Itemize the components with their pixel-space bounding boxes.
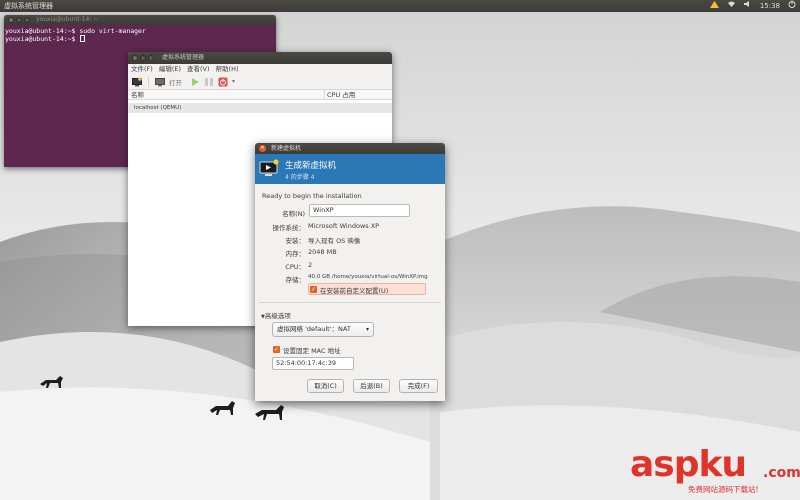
chevron-down-icon[interactable]: ▾ <box>232 77 242 87</box>
toolbar: 打开 ▾ <box>128 74 392 90</box>
fixed-mac-checkbox[interactable]: ✓ <box>273 345 280 353</box>
text-cursor <box>80 35 86 42</box>
virt-manager-title: 虚拟系统管理器 <box>162 54 205 61</box>
divider <box>259 302 441 303</box>
cancel-button[interactable]: 取消(C) <box>307 379 344 393</box>
cpu-value: 2 <box>308 261 313 269</box>
close-icon[interactable] <box>8 17 14 23</box>
storage-label: 存储： <box>285 276 306 284</box>
shutdown-icon[interactable] <box>218 77 228 87</box>
wifi-icon[interactable] <box>727 0 736 12</box>
new-vm-icon[interactable] <box>132 76 142 87</box>
customize-checkbox[interactable]: ✓ <box>310 285 317 293</box>
column-cpu-usage[interactable]: CPU 占用 <box>324 90 355 100</box>
toolbar-separator <box>148 76 149 87</box>
watermark-tld: .com <box>763 465 800 481</box>
header-title: 生成新虚拟机 <box>285 161 337 171</box>
dialog-titlebar[interactable]: ✕ 新建虚拟机 <box>255 143 445 154</box>
dropdown-arrow-icon: ▾ <box>365 326 369 333</box>
watermark-tagline: 免费网站源码下载站! <box>688 485 759 494</box>
customize-label[interactable]: 在安装前自定义配置(U) <box>320 285 388 295</box>
terminal-line: youxia@ubunt-14:~$ sudo virt-manager <box>5 27 146 35</box>
virt-manager-titlebar[interactable]: 虚拟系统管理器 <box>128 52 392 64</box>
clock[interactable]: 15:38 <box>760 0 780 12</box>
install-label: 安装： <box>285 237 306 245</box>
dialog-header: 生成新虚拟机 4 的步骤 4 <box>255 154 445 184</box>
new-vm-dialog[interactable]: ✕ 新建虚拟机 生成新虚拟机 4 的步骤 4 Ready to begin th… <box>255 143 445 401</box>
run-icon[interactable] <box>190 77 200 87</box>
name-field[interactable]: WinXP <box>309 204 410 217</box>
open-button[interactable]: 打开 <box>169 77 182 87</box>
minimize-icon[interactable] <box>16 17 22 23</box>
new-vm-monitor-icon <box>259 159 279 179</box>
minimize-icon[interactable] <box>140 55 146 61</box>
advanced-options-expander[interactable]: ▼高级选项 <box>261 310 291 320</box>
os-label: 操作系统： <box>272 224 306 232</box>
network-select[interactable]: 虚拟网络 'default'：NAT ▾ <box>272 322 374 337</box>
open-console-icon[interactable] <box>155 77 165 87</box>
terminal-output[interactable]: youxia@ubunt-14:~$ sudo virt-manager you… <box>4 25 276 43</box>
column-name[interactable]: 名称 <box>131 90 144 100</box>
vm-list-header: 名称 CPU 占用 <box>128 90 392 100</box>
header-step: 4 的步骤 4 <box>285 174 315 181</box>
active-app-title: 虚拟系统管理器 <box>4 2 53 10</box>
menubar: 文件(F) 编辑(E) 查看(V) 帮助(H) <box>128 64 392 74</box>
mac-address-field[interactable]: 52:54:00:17:4c:39 <box>272 357 354 370</box>
pause-icon[interactable] <box>204 77 214 87</box>
indicator-area: 15:38 <box>709 0 796 12</box>
maximize-icon[interactable] <box>148 55 154 61</box>
menu-edit[interactable]: 编辑(E) <box>159 64 181 74</box>
memory-value: 2048 MB <box>308 248 337 256</box>
network-icon[interactable] <box>709 0 719 12</box>
top-panel: 虚拟系统管理器 15:38 <box>0 0 800 12</box>
close-icon[interactable]: ✕ <box>259 145 266 152</box>
watermark-brand: aspku <box>630 444 747 485</box>
maximize-icon[interactable] <box>24 17 30 23</box>
dialog-title: 新建虚拟机 <box>271 145 302 152</box>
vm-list-row[interactable]: localhost (QEMU) <box>128 103 392 113</box>
terminal-title: youxia@ubunt-14: ~ <box>36 16 99 23</box>
terminal-line: youxia@ubunt-14:~$ <box>5 35 276 43</box>
intro-text: Ready to begin the installation <box>262 192 362 200</box>
menu-file[interactable]: 文件(F) <box>131 64 153 74</box>
finish-button[interactable]: 完成(F) <box>399 379 438 393</box>
fixed-mac-label[interactable]: 设置固定 MAC 地址 <box>283 345 341 355</box>
memory-label: 内存： <box>285 250 306 258</box>
close-icon[interactable] <box>132 55 138 61</box>
menu-help[interactable]: 帮助(H) <box>216 64 239 74</box>
volume-icon[interactable] <box>743 0 752 12</box>
terminal-titlebar[interactable]: youxia@ubunt-14: ~ <box>4 15 276 25</box>
site-watermark-logo: aspku .com 免费网站源码下载站! <box>630 445 800 500</box>
cpu-label: CPU： <box>285 263 305 271</box>
power-icon[interactable] <box>788 0 796 12</box>
storage-value: 40.0 GB /home/youxia/virtual-os/WinXP.im… <box>308 274 428 280</box>
install-value: 导入现有 OS 映像 <box>308 237 361 245</box>
os-value: Microsoft Windows XP <box>308 222 380 230</box>
menu-view[interactable]: 查看(V) <box>187 64 210 74</box>
back-button[interactable]: 后退(B) <box>353 379 390 393</box>
name-label: 名称(N) <box>282 210 305 218</box>
